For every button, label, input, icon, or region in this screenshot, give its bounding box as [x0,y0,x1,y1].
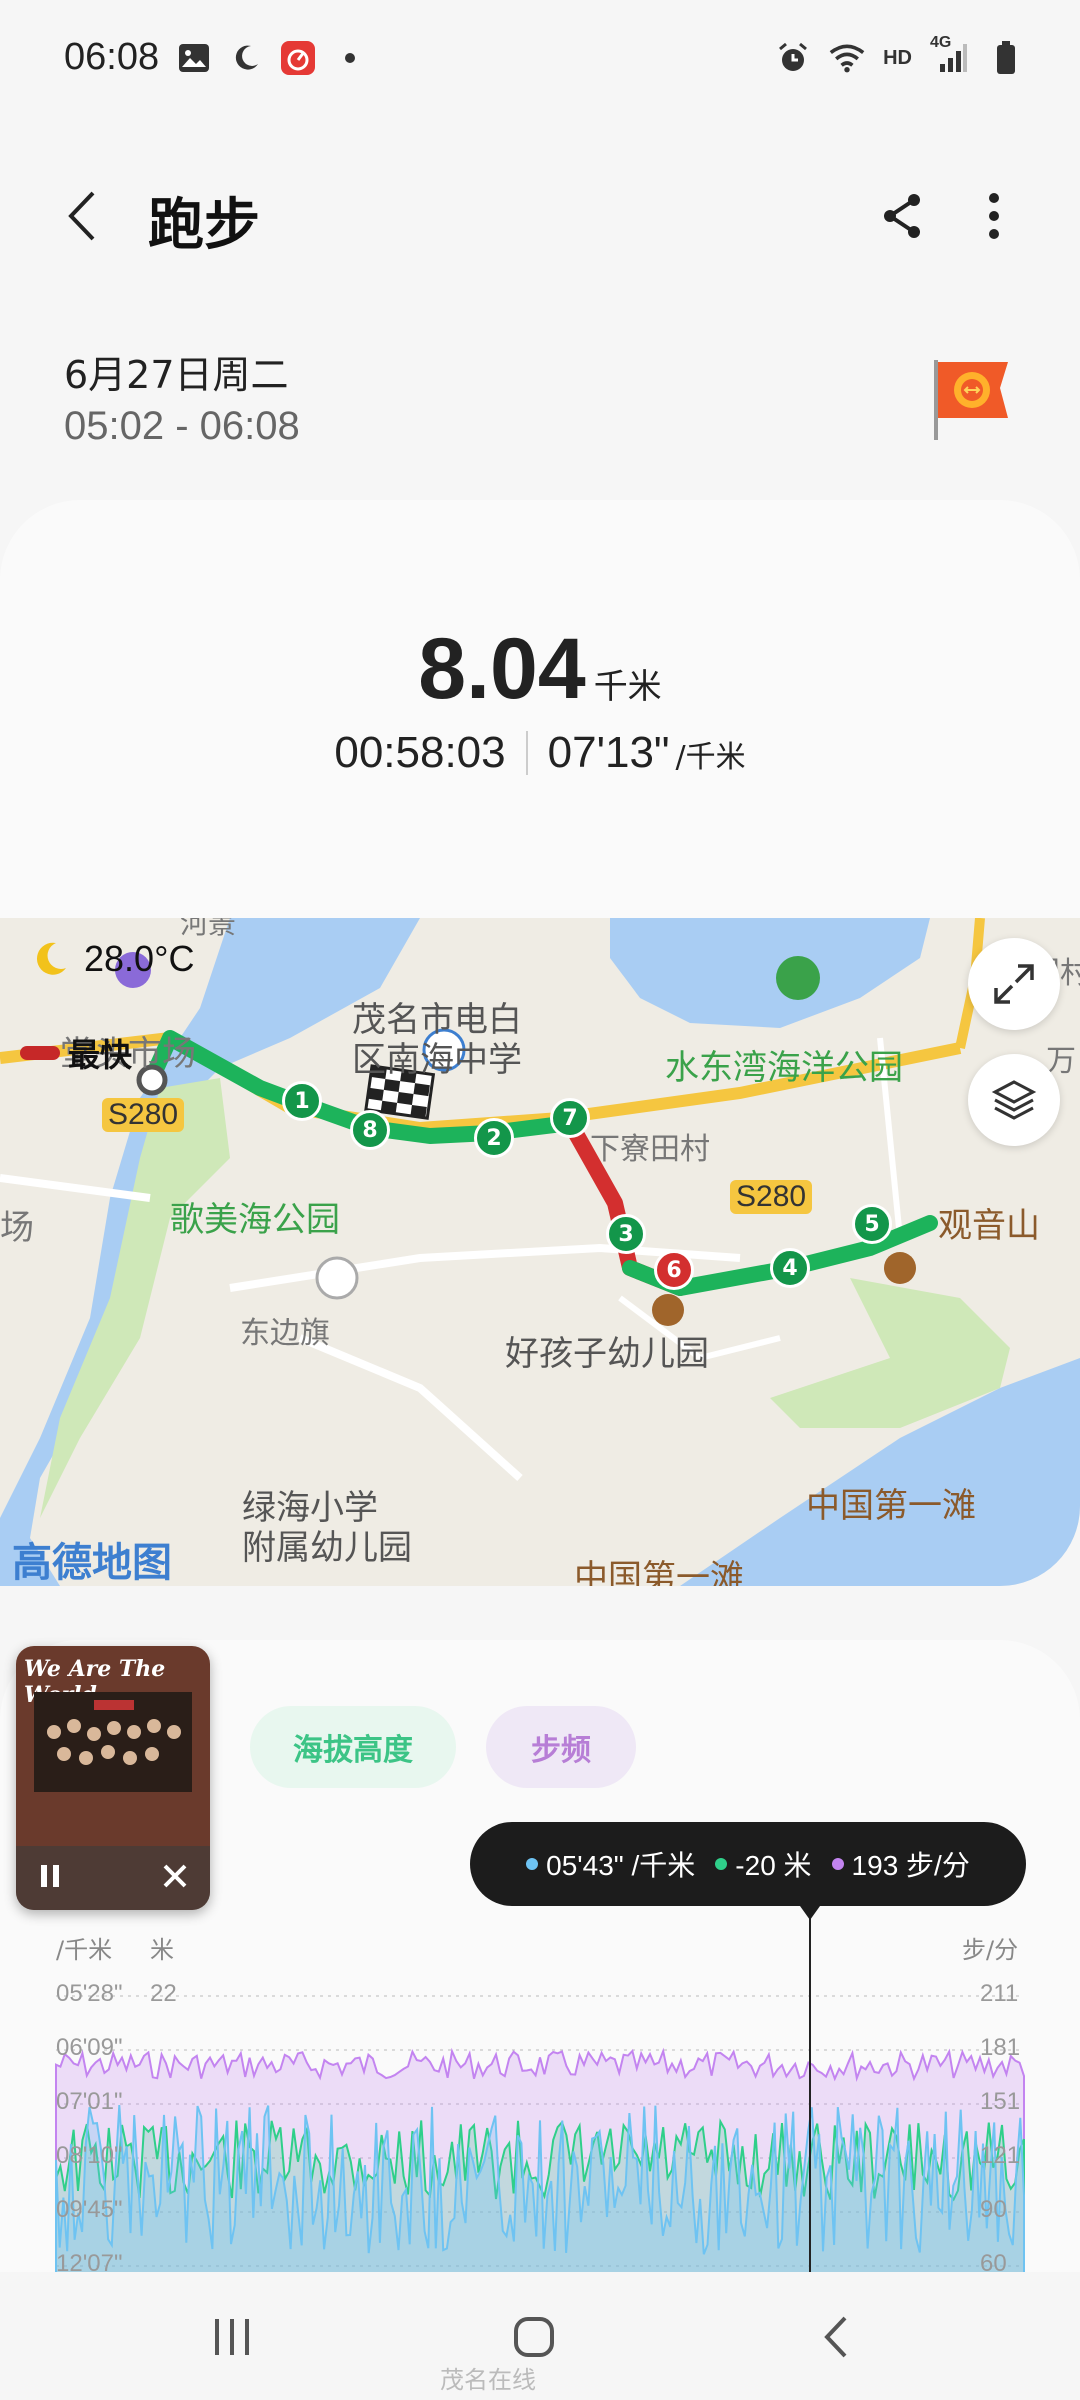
map-label: 下寮田村 [590,1132,710,1167]
cadence-tick: 181 [980,2034,1021,2061]
sub-stats: 00:58:03 07'13"/千米 [0,728,1080,778]
system-nav-bar [0,2272,1080,2400]
more-vertical-icon [989,193,999,239]
stats-card: 8.04 千米 00:58:03 07'13"/千米 [0,500,1080,940]
pace-tick: 06'09" [56,2034,123,2061]
signal-icon: 4G [930,34,970,76]
recent-apps-button[interactable] [182,2302,282,2372]
fastest-swatch [20,1046,60,1060]
expand-icon [994,964,1034,1004]
app-header: 跑步 [0,160,1080,270]
network-label: 4G [930,34,952,51]
map-label: 水东湾海洋公园 [665,1048,903,1088]
km-marker: 1 [282,1081,322,1121]
map-provider-logo: 高德地图 [12,1540,172,1586]
km-marker: 7 [550,1098,590,1138]
more-options-button[interactable] [962,180,1026,252]
distance-block: 8.04 千米 [0,620,1080,719]
battery-icon [988,40,1024,76]
route-map[interactable]: 1 2 3 4 5 6 7 8 河景 堂头市场 场 S280 S280 茂名市电… [0,918,1080,1586]
map-label: 中国第一滩 [806,1486,976,1526]
pace-tick: 09'45" [56,2196,123,2223]
distance-value: 8.04 [418,621,586,717]
layers-icon [991,1080,1037,1120]
media-controls [16,1846,210,1910]
share-icon [884,194,920,238]
stats-divider [525,731,528,775]
map-layers-button[interactable] [968,1054,1060,1146]
road-label: S280 [102,1098,185,1132]
close-media-button[interactable] [162,1863,188,1893]
image-icon [176,40,212,76]
km-marker: 6 [654,1250,694,1290]
tooltip-pointer [800,1906,820,1920]
recent-apps-icon [215,2319,249,2355]
close-icon [163,1864,187,1888]
map-label: 中国第一滩 [574,1558,744,1586]
page-title: 跑步 [148,193,260,258]
challenge-flag-icon[interactable] [924,352,1016,444]
km-marker: 8 [350,1110,390,1150]
session-date: 6月27日周二 [64,353,289,397]
status-icons-right: HD 4G [775,34,1024,76]
share-button[interactable] [870,180,934,252]
map-label: 歌美海公园 [170,1200,340,1240]
app-icon [280,40,316,76]
duration-value: 00:58:03 [334,728,506,777]
map-label: 绿海小学 附属幼儿园 [242,1488,412,1568]
cadence-tick: 211 [980,1980,1019,2007]
map-label: 东边旗 [240,1316,330,1351]
cadence-tick: 151 [980,2088,1021,2115]
pause-button[interactable] [38,1863,62,1893]
session-time-range: 05:02 - 06:08 [64,404,300,448]
km-marker: 4 [770,1248,810,1288]
km-marker: 2 [474,1118,514,1158]
fastest-label: 最快 [68,1036,133,1074]
pace-series [55,2105,1025,2280]
back-arrow-icon [824,2316,847,2358]
road-label: S280 [730,1180,813,1214]
pace-unit: /千米 [675,740,746,775]
moon-icon [36,942,66,975]
map-label: 场 [0,1208,34,1248]
album-art [34,1692,192,1792]
cadence-tick: 121 [980,2142,1021,2169]
map-label: 观音山 [938,1206,1040,1246]
media-player[interactable]: We Are The World [16,1646,210,1910]
home-icon [514,2317,554,2357]
expand-map-button[interactable] [968,938,1060,1030]
pace-value: 07'13" [547,728,670,777]
pause-icon [41,1865,59,1887]
pace-legend: 最快 [20,1030,132,1076]
map-label: 茂名市电白 区南海中学 [352,1000,522,1080]
map-label: 好孩子幼儿园 [505,1334,709,1374]
pace-tick: 05'28" [56,1980,123,2007]
pace-tick: 07'01" [56,2088,123,2115]
distance-unit: 千米 [593,667,662,707]
km-marker: 5 [852,1204,892,1244]
weather-temperature: 28.0°C [84,938,195,979]
back-arrow-icon [68,191,95,241]
cadence-tick: 90 [980,2196,1007,2223]
hd-label: HD [883,46,912,69]
watermark: 茂名在线 [440,2366,536,2394]
nav-back-button[interactable] [786,2302,886,2372]
status-time: 06:08 [64,36,160,78]
status-icons-left [176,40,368,76]
back-button[interactable] [50,180,114,252]
moon-icon [228,40,264,76]
status-bar: 06:08 HD 4G [0,0,1080,120]
wifi-icon [829,40,865,76]
weather-block: 28.0°C [30,938,194,980]
alarm-icon [775,40,811,76]
pace-tick: 08'10" [56,2142,123,2169]
altitude-tick: 22 [150,1980,177,2007]
dot-icon [332,40,368,76]
km-marker: 3 [606,1214,646,1254]
